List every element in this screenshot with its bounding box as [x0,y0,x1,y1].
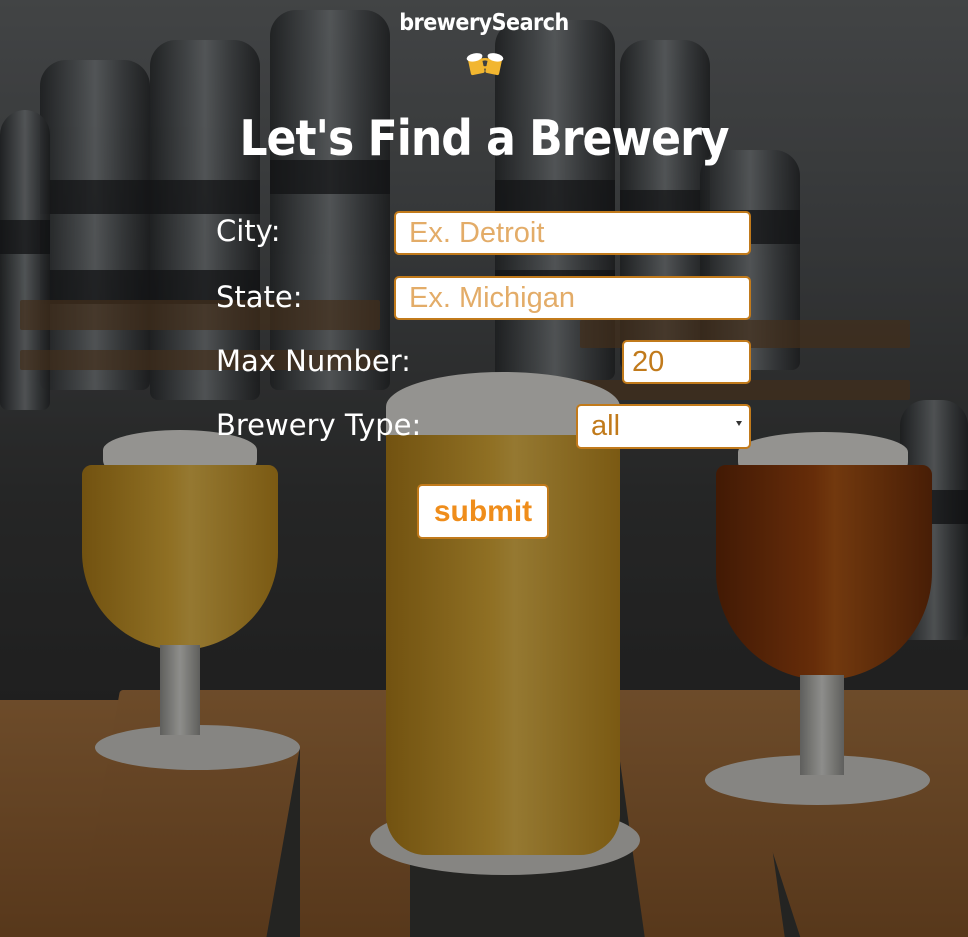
brewery-type-select[interactable]: all [576,404,751,449]
submit-button[interactable]: submit [417,484,549,539]
max-number-label: Max Number: [216,344,411,378]
brewery-type-selected: all [591,410,621,442]
page-title: Let's Find a Brewery [239,110,729,167]
state-input[interactable] [394,276,751,320]
city-input[interactable] [394,211,751,255]
max-number-input[interactable] [622,340,751,384]
brewery-type-label: Brewery Type: [216,408,422,442]
brand-title: brewerySearch [399,10,569,36]
city-label: City: [216,214,281,248]
beer-mugs-icon [466,53,504,76]
chevron-down-icon [736,421,742,426]
state-label: State: [216,280,303,314]
